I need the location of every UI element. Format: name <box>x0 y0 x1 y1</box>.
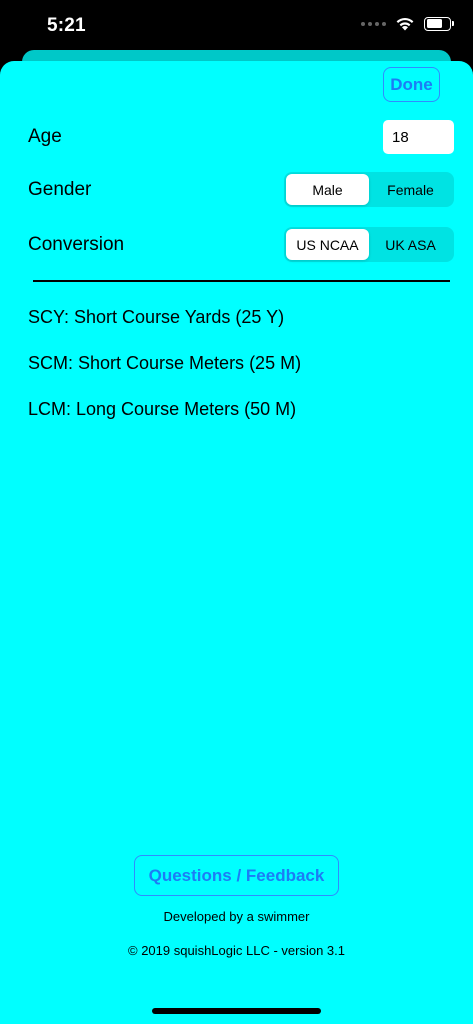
gender-segmented-control: Male Female <box>284 172 454 207</box>
status-icons <box>361 16 454 31</box>
wifi-icon <box>396 17 414 31</box>
gender-label: Gender <box>28 179 92 200</box>
home-indicator[interactable] <box>152 1008 321 1014</box>
age-label: Age <box>28 126 62 147</box>
info-scy: SCY: Short Course Yards (25 Y) <box>28 307 285 327</box>
info-scm: SCM: Short Course Meters (25 M) <box>28 353 302 373</box>
info-lcm: LCM: Long Course Meters (50 M) <box>28 399 297 419</box>
copyright-text: © 2019 squishLogic LLC - version 3.1 <box>128 943 345 958</box>
gender-option-male[interactable]: Male <box>286 174 369 205</box>
questions-feedback-button[interactable]: Questions / Feedback <box>134 855 339 896</box>
done-button[interactable]: Done <box>383 67 440 102</box>
conversion-label: Conversion <box>28 234 125 255</box>
settings-sheet: Done Age Gender Male Female Conversion U… <box>0 61 473 1024</box>
conversion-segmented-control: US NCAA UK ASA <box>284 227 454 262</box>
battery-icon <box>424 16 454 31</box>
cellular-signal-icon <box>361 21 386 26</box>
conversion-option-us-ncaa[interactable]: US NCAA <box>286 229 369 260</box>
conversion-option-uk-asa[interactable]: UK ASA <box>369 229 452 260</box>
status-bar: 5:21 <box>0 0 473 50</box>
gender-option-female[interactable]: Female <box>369 174 452 205</box>
status-time: 5:21 <box>47 15 86 36</box>
developer-text: Developed by a swimmer <box>163 909 310 924</box>
divider <box>33 280 450 282</box>
age-input[interactable] <box>383 120 454 154</box>
